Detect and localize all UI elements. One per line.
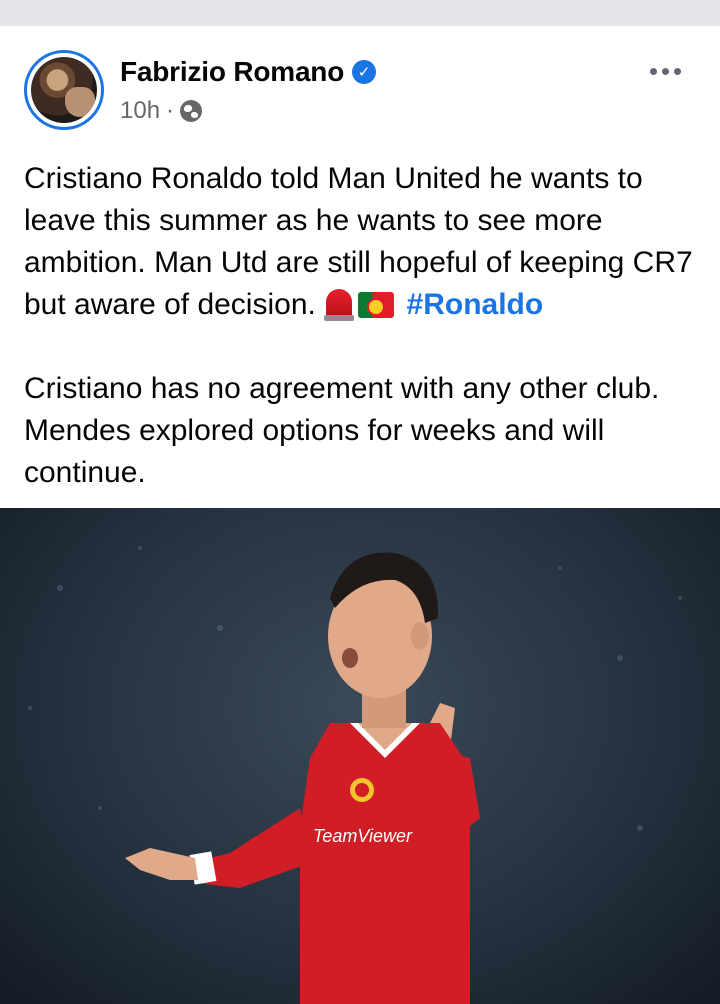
author-avatar[interactable]	[24, 50, 104, 130]
avatar-photo	[31, 57, 97, 123]
post-paragraph-2: Cristiano has no agreement with any othe…	[24, 372, 660, 489]
globe-icon	[180, 100, 203, 122]
author-name[interactable]: Fabrizio Romano	[120, 56, 344, 88]
post-meta: 10h ·	[120, 96, 203, 126]
shirt-sponsor-text: TeamViewer	[313, 826, 413, 846]
more-options-icon[interactable]	[640, 56, 690, 86]
hashtag-link[interactable]: #Ronaldo	[407, 288, 544, 321]
portugal-flag-emoji-icon	[358, 292, 395, 318]
post-timestamp[interactable]: 10h	[120, 97, 160, 125]
meta-separator: ·	[166, 97, 175, 124]
player-illustration: TeamViewer	[28, 546, 682, 1004]
verified-badge-icon: ✓	[352, 60, 377, 84]
author-name-row: Fabrizio Romano ✓	[120, 54, 377, 90]
facebook-post: Fabrizio Romano ✓ 10h · Cristiano Ronald…	[0, 26, 720, 1004]
post-header: Fabrizio Romano ✓ 10h ·	[0, 26, 720, 136]
post-photo[interactable]: TeamViewer	[0, 508, 720, 1004]
top-strip	[0, 0, 720, 26]
siren-emoji-icon	[324, 289, 355, 321]
post-text: Cristiano Ronaldo told Man United he wan…	[24, 158, 704, 494]
post-paragraph-1: Cristiano Ronaldo told Man United he wan…	[24, 162, 693, 321]
